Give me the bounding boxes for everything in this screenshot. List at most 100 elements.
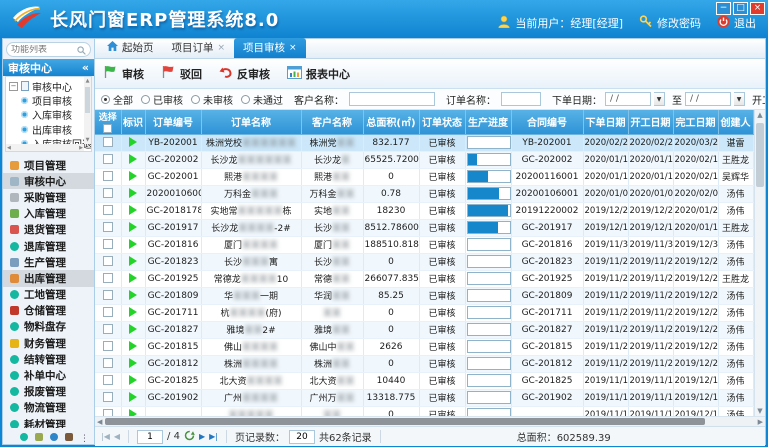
order-date-to-dropdown[interactable]: ▼ <box>734 92 745 106</box>
table-row[interactable]: YB-202001株洲党校某某某某某某株洲党某某832.177已审核YB-202… <box>95 134 753 151</box>
next-page-button[interactable]: ▶ <box>199 432 205 441</box>
select-cell[interactable] <box>95 406 121 416</box>
horizontal-scrollbar[interactable]: ◀ ▶ <box>95 416 765 426</box>
select-cell[interactable] <box>95 253 121 270</box>
scroll-up-icon[interactable]: ▲ <box>755 111 765 119</box>
select-all-checkbox[interactable] <box>103 124 112 133</box>
tree-vertical-scrollbar[interactable]: ▲ ▼ <box>84 77 91 144</box>
more-icon[interactable]: ⋮ <box>80 426 89 445</box>
sidebar-item-工地管理[interactable]: 工地管理 <box>3 287 94 303</box>
vertical-scroll-thumb[interactable] <box>756 123 764 187</box>
table-row[interactable]: GC-201902广州某某某某广州万某某13318.775已审核GC-20190… <box>95 389 753 406</box>
scroll-left-icon[interactable]: ◀ <box>97 418 102 426</box>
select-cell[interactable] <box>95 185 121 202</box>
toolbar-button-驳回[interactable]: 驳回 <box>161 65 202 82</box>
table-row[interactable]: GC-201917长沙龙某某某某-2#长沙某某8512.78600..已审核GC… <box>95 219 753 236</box>
cart-icon[interactable] <box>35 426 43 445</box>
sidebar-item-报废管理[interactable]: 报废管理 <box>3 384 94 400</box>
col-header-合同编号[interactable]: 合同编号 <box>511 110 583 134</box>
col-header-客户名称[interactable]: 客户名称 <box>301 110 363 134</box>
table-row[interactable]: GC-201823长沙某某某寓长沙某某0已审核GC-2018232019/11/… <box>95 253 753 270</box>
order-date-from-dropdown[interactable]: ▼ <box>654 92 665 106</box>
tab-项目订单[interactable]: 项目订单× <box>163 38 235 58</box>
teal-dot-icon[interactable] <box>20 426 28 445</box>
row-checkbox[interactable] <box>103 307 113 317</box>
table-row[interactable]: GC-201825北大资某某某某北大资某某10440已审核GC-20182520… <box>95 372 753 389</box>
close-button[interactable]: × <box>750 2 765 15</box>
change-password-button[interactable]: 修改密码 <box>639 15 701 31</box>
select-cell[interactable] <box>95 338 121 355</box>
tab-close-icon[interactable]: × <box>218 43 226 53</box>
col-header-订单编号[interactable]: 订单编号 <box>145 110 201 134</box>
order-date-to-input[interactable]: / / <box>685 92 731 106</box>
tree-item-入库审核[interactable]: 入库审核 <box>9 108 82 123</box>
customer-name-input[interactable] <box>349 92 435 106</box>
radio-未通过[interactable]: 未通过 <box>241 92 291 107</box>
row-checkbox[interactable] <box>103 137 113 147</box>
row-checkbox[interactable] <box>103 205 113 215</box>
table-row[interactable]: GC-201816厦门某某某某厦门某某188510.818已审核GC-20181… <box>95 236 753 253</box>
sidebar-item-出库管理[interactable]: 出库管理 <box>3 270 94 286</box>
col-header-标识[interactable]: 标识 <box>121 110 145 134</box>
maximize-button[interactable]: □ <box>733 2 748 15</box>
select-cell[interactable] <box>95 151 121 168</box>
table-row[interactable]: GC-202002长沙龙某某某某某某长沙龙某65525.7200..已审核GC-… <box>95 151 753 168</box>
order-name-input[interactable] <box>501 92 541 106</box>
sidebar-item-项目管理[interactable]: 项目管理 <box>3 157 94 173</box>
row-checkbox[interactable] <box>103 409 113 416</box>
page-input[interactable] <box>137 430 163 444</box>
select-cell[interactable] <box>95 355 121 372</box>
scroll-right-icon[interactable]: ▶ <box>79 145 83 151</box>
sidebar-item-物料盘存[interactable]: 物料盘存 <box>3 319 94 335</box>
table-row[interactable]: 20200106001万科金某某某万科金某某0.78已审核20200106001… <box>95 185 753 202</box>
radio-已审核[interactable]: 已审核 <box>141 92 191 107</box>
radio-icon[interactable] <box>101 95 110 104</box>
sidebar-item-财务管理[interactable]: 财务管理 <box>3 335 94 351</box>
radio-icon[interactable] <box>241 95 250 104</box>
table-row[interactable]: 某某某某某某某0已审核2019/11/192019/11/192019/12/1… <box>95 406 753 416</box>
sidebar-item-退库管理[interactable]: 退库管理 <box>3 238 94 254</box>
first-page-button[interactable]: |◀ <box>101 432 110 441</box>
last-page-button[interactable]: ▶| <box>209 432 218 441</box>
sidebar-item-补单中心[interactable]: 补单中心 <box>3 367 94 383</box>
sidebar-item-仓储管理[interactable]: 仓储管理 <box>3 303 94 319</box>
row-checkbox[interactable] <box>103 290 113 300</box>
select-cell[interactable] <box>95 304 121 321</box>
row-checkbox[interactable] <box>103 392 113 402</box>
table-row[interactable]: GC-2018178实地常某某某某某栋实地某某18230已审核201912200… <box>95 202 753 219</box>
col-header-选择[interactable]: 选择 <box>95 110 121 134</box>
select-cell[interactable] <box>95 236 121 253</box>
row-checkbox[interactable] <box>103 154 113 164</box>
toolbar-button-反审核[interactable]: 反审核 <box>219 66 270 82</box>
tree-horizontal-scrollbar[interactable]: ◀ ▶ <box>6 144 84 151</box>
sidebar-item-采购管理[interactable]: 采购管理 <box>3 189 94 205</box>
row-checkbox[interactable] <box>103 171 113 181</box>
radio-icon[interactable] <box>141 95 150 104</box>
tree-scroll-thumb[interactable] <box>85 87 90 113</box>
toolbar-button-审核[interactable]: 审核 <box>103 65 144 82</box>
col-header-完工日期[interactable]: 完工日期 <box>673 110 718 134</box>
go-icon[interactable] <box>184 430 195 444</box>
tree-item-出库审核[interactable]: 出库审核 <box>9 122 82 137</box>
table-row[interactable]: GC-201809华某某某一期华润某某85.25已审核GC-2018092019… <box>95 287 753 304</box>
col-header-下单日期[interactable]: 下单日期 <box>583 110 628 134</box>
col-header-创建人[interactable]: 创建人 <box>718 110 753 134</box>
horizontal-scroll-thumb[interactable] <box>105 418 705 425</box>
radio-全部[interactable]: 全部 <box>101 92 141 107</box>
select-cell[interactable] <box>95 270 121 287</box>
col-header-订单状态[interactable]: 订单状态 <box>419 110 465 134</box>
sidebar-item-物流管理[interactable]: 物流管理 <box>3 400 94 416</box>
col-header-订单名称[interactable]: 订单名称 <box>201 110 301 134</box>
table-row[interactable]: GC-201711杭某某某某(府)某某0已审核GC-2017112019/11/… <box>95 304 753 321</box>
radio-icon[interactable] <box>191 95 200 104</box>
select-cell[interactable] <box>95 134 121 151</box>
select-cell[interactable] <box>95 202 121 219</box>
row-checkbox[interactable] <box>103 273 113 283</box>
row-checkbox[interactable] <box>103 358 113 368</box>
row-checkbox[interactable] <box>103 239 113 249</box>
tab-close-icon[interactable]: × <box>289 43 297 53</box>
table-row[interactable]: GC-201815佛山某某某某佛山中某某2626已审核GC-2018152019… <box>95 338 753 355</box>
vertical-scrollbar[interactable]: ▲ ▼ <box>754 110 765 416</box>
sidebar-item-退货管理[interactable]: 退货管理 <box>3 222 94 238</box>
scroll-left-icon[interactable]: ◀ <box>7 145 11 151</box>
